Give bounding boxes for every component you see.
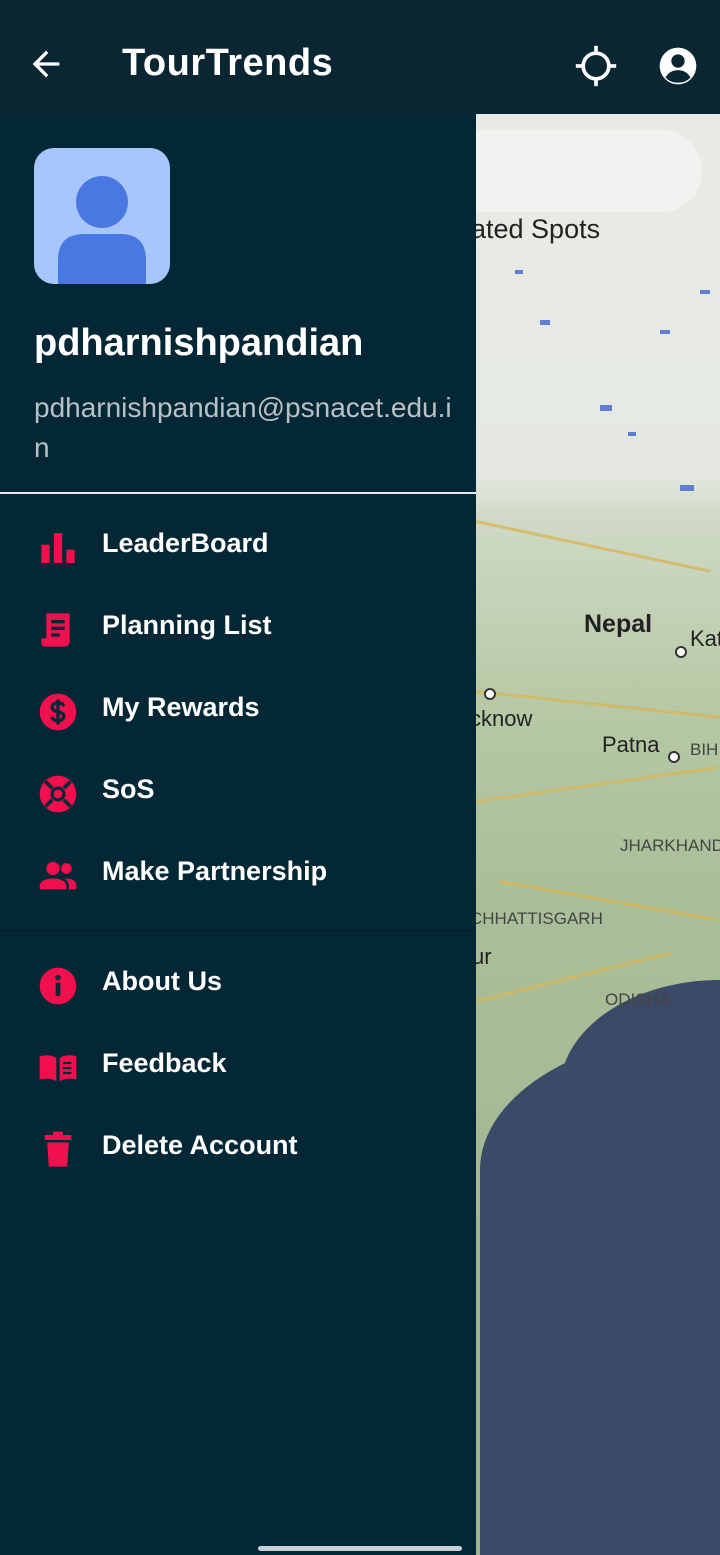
map-city-marker	[484, 688, 496, 700]
map-lake	[660, 330, 670, 334]
map-lake	[515, 270, 523, 274]
profile-email: pdharnishpandian@psnacet.edu.in	[34, 392, 452, 463]
arrow-left-icon[interactable]	[26, 44, 66, 84]
menu-item-my-rewards[interactable]: My Rewards	[0, 672, 476, 754]
menu-item-feedback[interactable]: Feedback	[0, 1028, 476, 1110]
gesture-home-indicator[interactable]	[258, 1546, 462, 1551]
profile-divider	[0, 492, 476, 494]
top-rated-spots-label[interactable]: rated Spots	[462, 214, 600, 245]
person-icon	[58, 176, 146, 284]
open-book-icon	[39, 1055, 77, 1082]
map-lake	[540, 320, 550, 325]
menu-item-label: Planning List	[102, 610, 272, 640]
map-label-bihar: BIH	[690, 740, 719, 759]
map-lake	[700, 290, 710, 294]
map-lake	[680, 485, 694, 491]
dollar-coin-icon	[39, 693, 77, 731]
map-label-nepal: Nepal	[584, 610, 653, 638]
lifebuoy-icon	[39, 775, 77, 813]
map-label-patna: Patna	[602, 732, 660, 757]
map-road	[475, 766, 718, 803]
trash-icon	[44, 1131, 72, 1167]
menu-item-planning-list[interactable]: Planning List	[0, 590, 476, 672]
profile-username: pdharnishpandian	[34, 322, 364, 364]
menu-divider	[0, 930, 476, 932]
info-icon	[39, 967, 77, 1005]
map-label-chhattisgarh: CHHATTISGARH	[470, 909, 603, 928]
people-icon	[39, 861, 77, 890]
map-label-kathmandu: Kat	[690, 626, 720, 651]
list-receipt-icon	[41, 613, 70, 647]
map-lake	[600, 405, 612, 411]
menu-item-sos[interactable]: SoS	[0, 754, 476, 836]
account-circle-icon[interactable]	[658, 46, 698, 86]
menu-item-label: Delete Account	[102, 1130, 298, 1160]
menu-item-delete-account[interactable]: Delete Account	[0, 1110, 476, 1192]
map-lake	[628, 432, 636, 436]
map-label-lucknow: cknow	[470, 706, 533, 731]
menu-item-label: Make Partnership	[102, 856, 328, 886]
menu-item-about-us[interactable]: About Us	[0, 946, 476, 1028]
app-bar: TourTrends	[0, 0, 720, 114]
avatar[interactable]	[34, 148, 170, 284]
menu-item-label: About Us	[102, 966, 222, 996]
map-label-jharkhand: JHARKHAND	[620, 836, 720, 855]
menu-item-label: My Rewards	[102, 692, 260, 722]
menu-item-label: LeaderBoard	[102, 528, 269, 558]
map-city-marker	[668, 751, 680, 763]
navigation-drawer: pdharnishpandian pdharnishpandian@psnace…	[0, 114, 476, 1555]
map-road	[475, 520, 712, 573]
gps-crosshair-icon[interactable]	[574, 44, 618, 88]
menu-item-label: SoS	[102, 774, 155, 804]
map-label-odisha: ODISHA	[605, 990, 671, 1009]
map-city-marker	[675, 646, 687, 658]
map-sea	[480, 1030, 720, 1555]
bar-chart-icon	[41, 533, 75, 563]
menu-item-label: Feedback	[102, 1048, 227, 1078]
menu-item-leaderboard[interactable]: LeaderBoard	[0, 508, 476, 590]
menu-item-make-partnership[interactable]: Make Partnership	[0, 836, 476, 918]
app-title: TourTrends	[122, 42, 334, 84]
